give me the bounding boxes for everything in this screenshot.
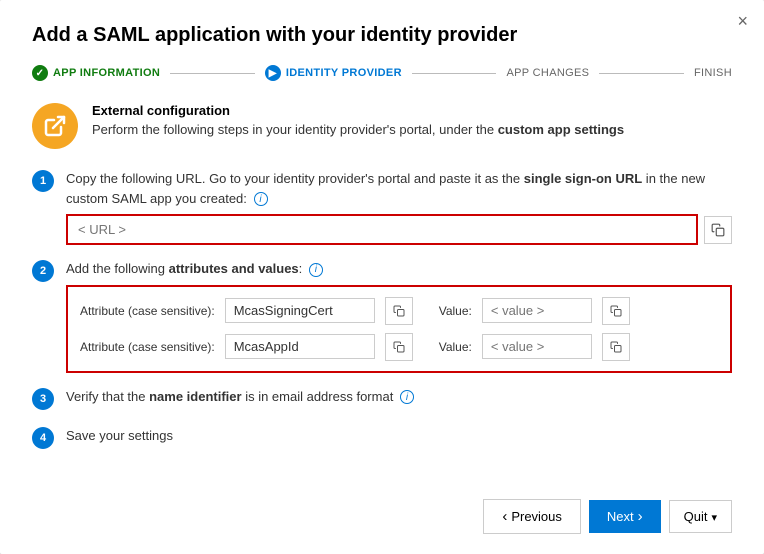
step-label-finish: FINISH bbox=[694, 67, 732, 79]
step-content-2: Add the following attributes and values:… bbox=[66, 259, 732, 373]
ext-config-body: Perform the following steps in your iden… bbox=[92, 121, 624, 139]
step-number-1: 1 bbox=[32, 170, 54, 192]
step-line-2 bbox=[412, 73, 497, 74]
step-content-3: Verify that the name identifier is in em… bbox=[66, 387, 732, 413]
step-finish: FINISH bbox=[694, 67, 732, 79]
quit-button[interactable]: Quit bbox=[669, 500, 732, 533]
close-button[interactable]: × bbox=[737, 12, 748, 30]
steps-list: 1 Copy the following URL. Go to your ide… bbox=[32, 169, 732, 466]
value-input-2[interactable] bbox=[482, 334, 592, 359]
info-icon-step1[interactable]: i bbox=[254, 192, 268, 206]
attr-input-2[interactable] bbox=[225, 334, 375, 359]
step-icon-active: ▶ bbox=[265, 65, 281, 81]
previous-button[interactable]: Previous bbox=[483, 499, 581, 534]
step-line-3 bbox=[599, 73, 684, 74]
step-text-1: Copy the following URL. Go to your ident… bbox=[66, 169, 732, 208]
step-row-2: 2 Add the following attributes and value… bbox=[32, 259, 732, 373]
step-icon-done: ✓ bbox=[32, 65, 48, 81]
attr-input-1[interactable] bbox=[225, 298, 375, 323]
step-text-2: Add the following attributes and values:… bbox=[66, 259, 732, 279]
step-text-4: Save your settings bbox=[66, 426, 732, 446]
url-field-wrapper bbox=[66, 214, 732, 245]
copy-value-2-button[interactable] bbox=[602, 333, 630, 361]
info-icon-step3[interactable]: i bbox=[400, 390, 414, 404]
attr-label-1: Attribute (case sensitive): bbox=[80, 304, 215, 318]
attributes-table: Attribute (case sensitive): Value: bbox=[66, 285, 732, 373]
next-button[interactable]: Next bbox=[589, 500, 661, 533]
attr-row-1: Attribute (case sensitive): Value: bbox=[80, 297, 718, 325]
step-number-3: 3 bbox=[32, 388, 54, 410]
step-number-4: 4 bbox=[32, 427, 54, 449]
copy-attr-2-button[interactable] bbox=[385, 333, 413, 361]
value-label-2: Value: bbox=[439, 340, 472, 354]
step-label-app-changes: APP CHANGES bbox=[506, 67, 589, 79]
step-content-4: Save your settings bbox=[66, 426, 732, 452]
step-app-changes: APP CHANGES bbox=[506, 67, 589, 79]
step-label-app-information: APP INFORMATION bbox=[53, 67, 160, 79]
url-input[interactable] bbox=[66, 214, 698, 245]
step-text-3: Verify that the name identifier is in em… bbox=[66, 387, 732, 407]
step-label-identity-provider: IDENTITY PROVIDER bbox=[286, 67, 402, 79]
info-icon-step2[interactable]: i bbox=[309, 263, 323, 277]
stepper: ✓ APP INFORMATION ▶ IDENTITY PROVIDER AP… bbox=[32, 65, 732, 81]
step-number-2: 2 bbox=[32, 260, 54, 282]
step-row-3: 3 Verify that the name identifier is in … bbox=[32, 387, 732, 413]
copy-attr-1-button[interactable] bbox=[385, 297, 413, 325]
step-identity-provider: ▶ IDENTITY PROVIDER bbox=[265, 65, 402, 81]
step-row-4: 4 Save your settings bbox=[32, 426, 732, 452]
copy-url-button[interactable] bbox=[704, 216, 732, 244]
external-link-icon bbox=[32, 103, 78, 149]
step-row-1: 1 Copy the following URL. Go to your ide… bbox=[32, 169, 732, 245]
chevron-down-icon bbox=[711, 509, 717, 524]
attr-label-2: Attribute (case sensitive): bbox=[80, 340, 215, 354]
value-label-1: Value: bbox=[439, 304, 472, 318]
value-input-1[interactable] bbox=[482, 298, 592, 323]
step-app-information: ✓ APP INFORMATION bbox=[32, 65, 160, 81]
step-content-1: Copy the following URL. Go to your ident… bbox=[66, 169, 732, 245]
chevron-right-icon bbox=[638, 508, 643, 525]
ext-config-title: External configuration bbox=[92, 103, 624, 118]
modal-container: × Add a SAML application with your ident… bbox=[0, 0, 764, 554]
step-line-1 bbox=[170, 73, 255, 74]
attr-row-2: Attribute (case sensitive): Value: bbox=[80, 333, 718, 361]
external-config-section: External configuration Perform the follo… bbox=[32, 103, 732, 149]
modal-title: Add a SAML application with your identit… bbox=[32, 24, 732, 47]
copy-value-1-button[interactable] bbox=[602, 297, 630, 325]
modal-footer: Previous Next Quit bbox=[32, 479, 732, 534]
chevron-left-icon bbox=[502, 508, 507, 525]
external-config-text: External configuration Perform the follo… bbox=[92, 103, 624, 139]
